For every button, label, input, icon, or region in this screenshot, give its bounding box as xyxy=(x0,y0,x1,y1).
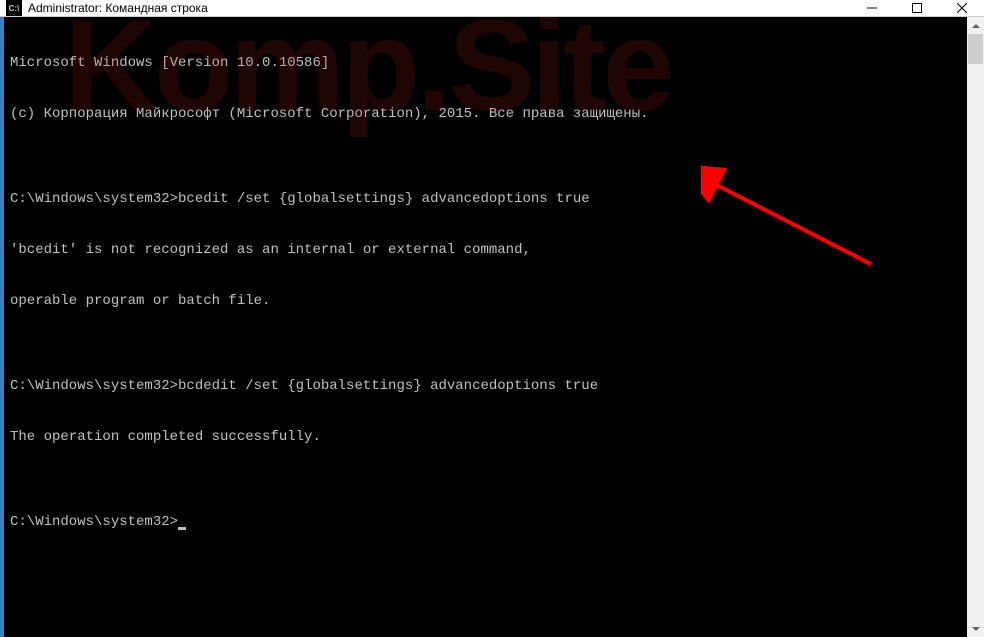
scroll-down-arrow-icon[interactable] xyxy=(967,620,984,637)
terminal-line: 'bcedit' is not recognized as an interna… xyxy=(10,242,961,259)
scrollbar-thumb[interactable] xyxy=(968,34,983,64)
titlebar[interactable]: C:\ Administrator: Командная строка xyxy=(0,0,984,17)
terminal-prompt-line: C:\Windows\system32> xyxy=(10,514,961,531)
terminal-prompt: C:\Windows\system32> xyxy=(10,514,178,530)
command-prompt-window: C:\ Administrator: Командная строка Micr… xyxy=(0,0,984,501)
vertical-scrollbar[interactable] xyxy=(967,17,984,637)
terminal-line: operable program or batch file. xyxy=(10,293,961,310)
terminal-line: The operation completed successfully. xyxy=(10,429,961,446)
cmd-icon: C:\ xyxy=(6,0,22,16)
close-button[interactable] xyxy=(939,0,984,16)
window-controls xyxy=(849,0,984,16)
terminal-line: C:\Windows\system32>bcedit /set {globals… xyxy=(10,191,961,208)
terminal-line: C:\Windows\system32>bcdedit /set {global… xyxy=(10,378,961,395)
terminal-line: (c) Корпорация Майкрософт (Microsoft Cor… xyxy=(10,106,961,123)
minimize-button[interactable] xyxy=(849,0,894,16)
terminal-line: Microsoft Windows [Version 10.0.10586] xyxy=(10,55,961,72)
scroll-up-arrow-icon[interactable] xyxy=(967,17,984,34)
annotation-arrow-icon xyxy=(634,147,881,297)
maximize-button[interactable] xyxy=(894,0,939,16)
terminal-output[interactable]: Microsoft Windows [Version 10.0.10586] (… xyxy=(4,17,967,637)
window-title: Administrator: Командная строка xyxy=(28,1,849,15)
terminal-area: Microsoft Windows [Version 10.0.10586] (… xyxy=(0,17,984,637)
text-cursor xyxy=(178,527,186,530)
